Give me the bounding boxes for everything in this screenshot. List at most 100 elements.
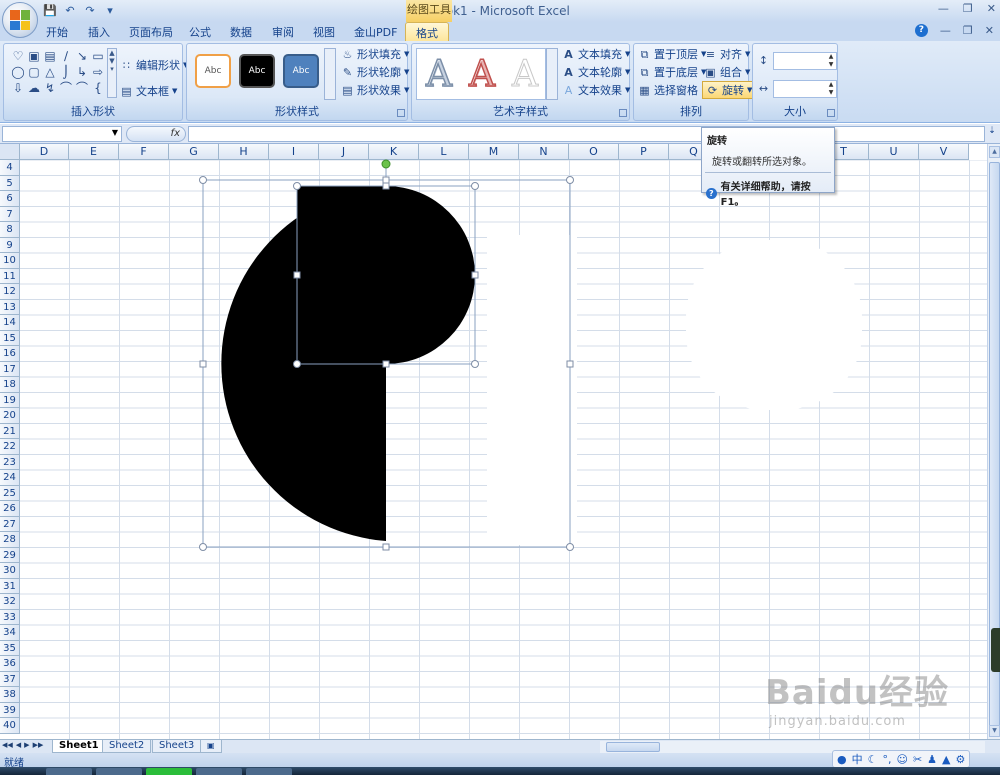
arc-shape-icon[interactable]: ⌒ bbox=[58, 80, 74, 96]
row-header[interactable]: 40 bbox=[0, 718, 20, 734]
tab-formulas[interactable]: 公式 bbox=[189, 24, 211, 40]
tab-review[interactable]: 审阅 bbox=[272, 24, 294, 40]
shape-style-swatch-2[interactable]: Abc bbox=[239, 54, 275, 88]
name-box-dropdown-icon[interactable]: ▼ bbox=[112, 128, 118, 137]
ime-settings-icon[interactable]: ⚙ bbox=[956, 753, 966, 766]
row-header[interactable]: 12 bbox=[0, 284, 20, 300]
elbow-arrow-shape-icon[interactable]: ↳ bbox=[74, 64, 90, 80]
row-header[interactable]: 24 bbox=[0, 470, 20, 486]
height-spinner[interactable]: ▲ ▼ bbox=[826, 53, 836, 69]
tab-home[interactable]: 开始 bbox=[46, 24, 68, 40]
scroll-up-icon[interactable]: ▲ bbox=[989, 146, 1000, 158]
rounded-rect-shape-icon[interactable]: ▢ bbox=[26, 64, 42, 80]
row-header[interactable]: 7 bbox=[0, 206, 20, 222]
ribbon-minimize-icon[interactable]: — bbox=[940, 24, 951, 37]
cloud-shape-icon[interactable]: ☁ bbox=[26, 80, 42, 96]
row-header[interactable]: 11 bbox=[0, 268, 20, 284]
row-header[interactable]: 18 bbox=[0, 377, 20, 393]
row-header[interactable]: 34 bbox=[0, 625, 20, 641]
row-header[interactable]: 25 bbox=[0, 485, 20, 501]
tab-kingsoft-pdf[interactable]: 金山PDF bbox=[354, 24, 397, 40]
column-header[interactable]: N bbox=[519, 144, 569, 160]
expand-formula-bar-icon[interactable]: ⇣ bbox=[986, 126, 998, 142]
column-header[interactable]: F bbox=[119, 144, 169, 160]
office-button[interactable] bbox=[2, 2, 38, 38]
row-header[interactable]: 8 bbox=[0, 222, 20, 238]
minimize-icon[interactable]: — bbox=[938, 2, 949, 15]
line-shape-icon[interactable]: ∕ bbox=[58, 48, 74, 64]
close-icon[interactable]: ✕ bbox=[987, 2, 996, 15]
ime-toolbar[interactable]: ● 中 ☾ °, ☺ ✂ ♟ ▲ ⚙ bbox=[832, 750, 971, 768]
sheet-tab-sheet3[interactable]: Sheet3 bbox=[152, 740, 202, 753]
column-header[interactable]: I bbox=[269, 144, 319, 160]
rotate-button[interactable]: ⟳ 旋转 ▼ bbox=[702, 81, 757, 99]
taskbar-button[interactable] bbox=[96, 768, 142, 775]
shape-style-gallery-scroll[interactable] bbox=[324, 48, 336, 100]
column-header[interactable]: U bbox=[869, 144, 919, 160]
row-header[interactable]: 5 bbox=[0, 175, 20, 191]
next-sheet-icon[interactable]: ▶ bbox=[24, 741, 29, 749]
wordart-style-3[interactable]: A bbox=[505, 53, 545, 97]
column-header[interactable]: E bbox=[69, 144, 119, 160]
select-all-corner[interactable] bbox=[0, 144, 20, 160]
send-to-back-button[interactable]: ⧉ 置于底层 ▼ bbox=[638, 64, 707, 80]
insert-function-button[interactable]: fx bbox=[171, 128, 180, 139]
tab-insert[interactable]: 插入 bbox=[88, 24, 110, 40]
rectangle-shape-icon[interactable]: ▭ bbox=[90, 48, 106, 64]
oval-shape-icon[interactable]: ◯ bbox=[10, 64, 26, 80]
row-header[interactable]: 33 bbox=[0, 609, 20, 625]
ribbon-restore-icon[interactable]: ❐ bbox=[963, 24, 973, 37]
row-header[interactable]: 26 bbox=[0, 501, 20, 517]
row-header[interactable]: 35 bbox=[0, 640, 20, 656]
row-header[interactable]: 29 bbox=[0, 547, 20, 563]
edit-shape-button[interactable]: ∷ 编辑形状 ▼ bbox=[120, 57, 188, 73]
last-sheet-icon[interactable]: ▶▶ bbox=[33, 741, 44, 749]
resize-handle-top-left[interactable] bbox=[199, 176, 207, 184]
taskbar-button[interactable] bbox=[146, 768, 192, 775]
ime-scissors-icon[interactable]: ✂ bbox=[913, 753, 922, 766]
row-header[interactable]: 6 bbox=[0, 191, 20, 207]
inner-handle-top[interactable] bbox=[382, 182, 390, 190]
resize-handle-bottom[interactable] bbox=[382, 543, 390, 551]
text-fill-button[interactable]: A 文本填充 ▼ bbox=[562, 46, 630, 62]
row-header[interactable]: 21 bbox=[0, 423, 20, 439]
row-header[interactable]: 17 bbox=[0, 361, 20, 377]
restore-icon[interactable]: ❐ bbox=[963, 2, 973, 15]
column-header[interactable]: H bbox=[219, 144, 269, 160]
first-sheet-icon[interactable]: ◀◀ bbox=[2, 741, 13, 749]
cell-grid[interactable] bbox=[20, 160, 987, 739]
ime-lang[interactable]: 中 bbox=[852, 751, 863, 767]
row-header[interactable]: 20 bbox=[0, 408, 20, 424]
width-spinner[interactable]: ▲ ▼ bbox=[826, 81, 836, 97]
row-header[interactable]: 10 bbox=[0, 253, 20, 269]
column-header[interactable]: O bbox=[569, 144, 619, 160]
horizontal-scroll-thumb[interactable] bbox=[606, 742, 660, 752]
resize-handle-bottom-left[interactable] bbox=[199, 543, 207, 551]
column-header[interactable]: J bbox=[319, 144, 369, 160]
row-header[interactable]: 28 bbox=[0, 532, 20, 548]
row-header[interactable]: 37 bbox=[0, 671, 20, 687]
tab-page-layout[interactable]: 页面布局 bbox=[129, 24, 173, 40]
sheet-tab-sheet2[interactable]: Sheet2 bbox=[102, 740, 152, 753]
column-header[interactable]: K bbox=[369, 144, 419, 160]
name-box[interactable]: ▼ bbox=[2, 126, 122, 142]
inner-handle-top-right[interactable] bbox=[471, 182, 479, 190]
resize-handle-bottom-right[interactable] bbox=[566, 543, 574, 551]
row-header[interactable]: 38 bbox=[0, 687, 20, 703]
rotate-handle[interactable] bbox=[381, 159, 391, 169]
wordart-gallery-scroll[interactable] bbox=[546, 48, 558, 100]
column-header[interactable]: M bbox=[469, 144, 519, 160]
row-header[interactable]: 4 bbox=[0, 160, 20, 176]
vertical-textbox-shape-icon[interactable]: ▤ bbox=[42, 48, 58, 64]
ime-logo-icon[interactable]: ● bbox=[837, 753, 847, 766]
resize-handle-top[interactable] bbox=[382, 176, 390, 184]
inner-handle-bottom-right[interactable] bbox=[471, 360, 479, 368]
elbow-connector-shape-icon[interactable]: ⌡ bbox=[58, 64, 74, 80]
ime-punct-icon[interactable]: °, bbox=[882, 753, 891, 766]
tab-view[interactable]: 视图 bbox=[313, 24, 335, 40]
ime-moon-icon[interactable]: ☾ bbox=[868, 753, 878, 766]
shape-style-swatch-3[interactable]: Abc bbox=[283, 54, 319, 88]
ime-user-icon[interactable]: ♟ bbox=[927, 753, 937, 766]
tab-format[interactable]: 格式 bbox=[405, 22, 449, 41]
shape-width-input[interactable]: ▲ ▼ bbox=[773, 80, 837, 98]
